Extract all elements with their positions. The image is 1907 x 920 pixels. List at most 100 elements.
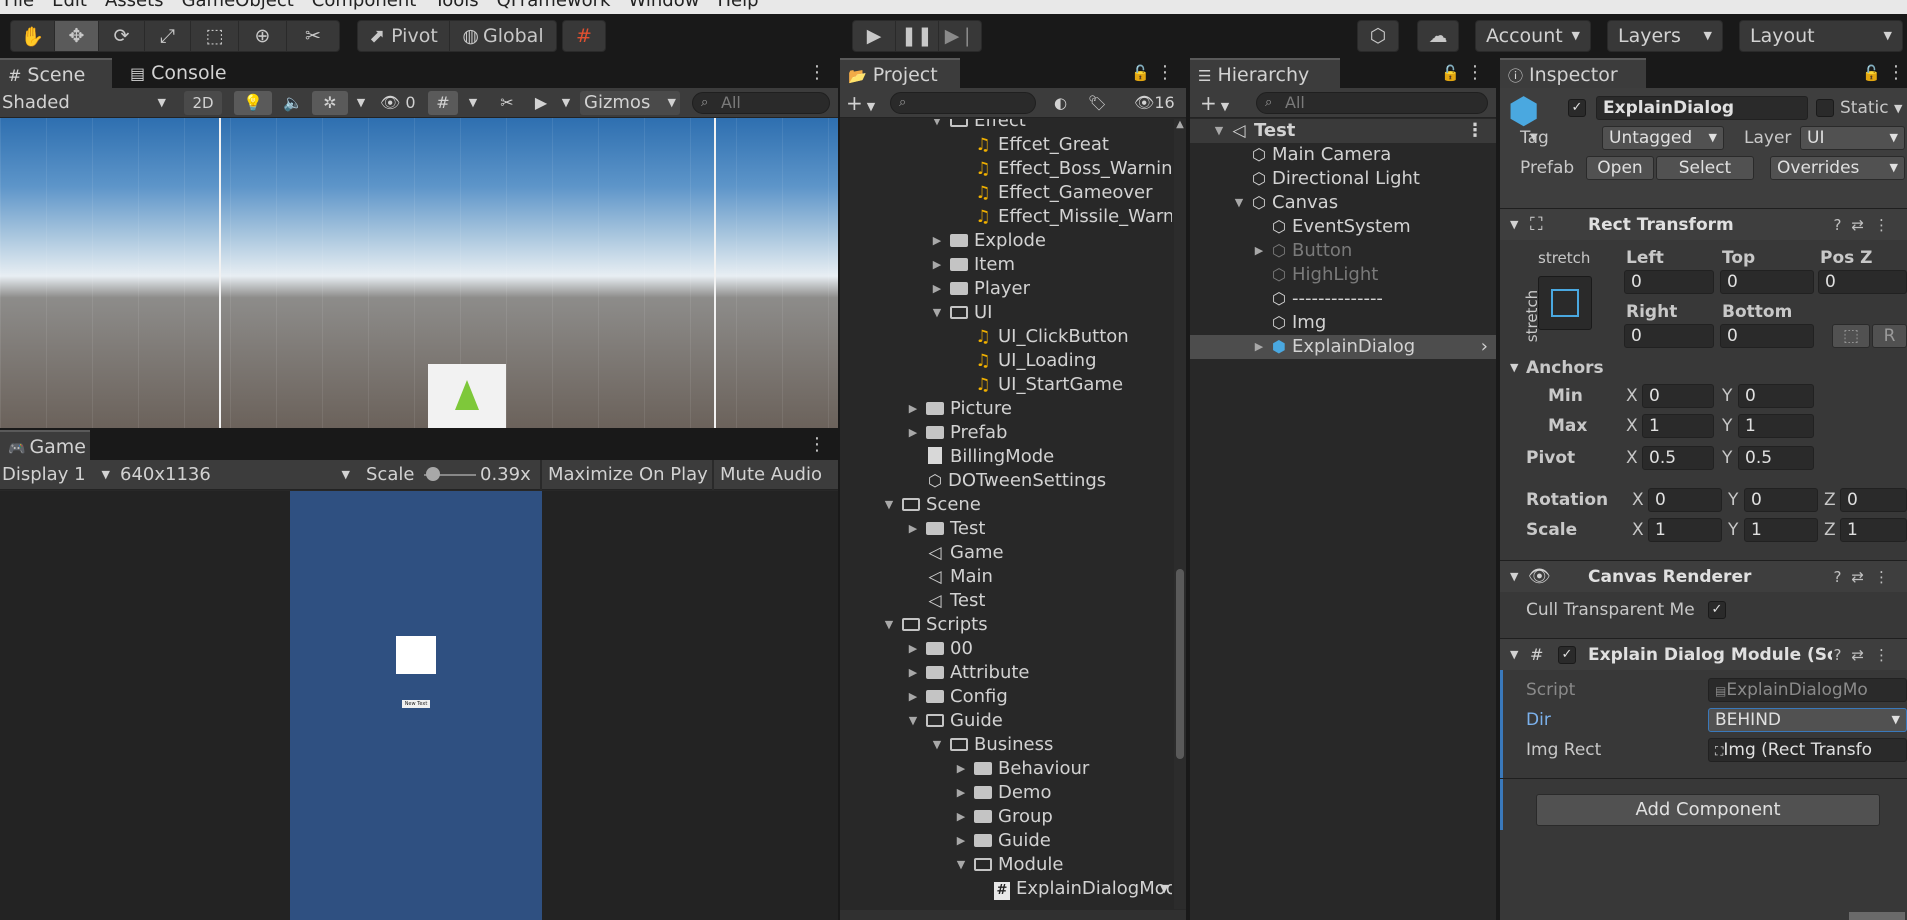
project-item[interactable]: ▶ Config bbox=[840, 685, 1170, 709]
chevron-right-icon[interactable]: ▶ bbox=[930, 277, 944, 301]
hierarchy-item[interactable]: ⬡ EventSystem bbox=[1190, 215, 1496, 239]
resolution-dropdown[interactable]: 640x1136 ▼ bbox=[120, 460, 352, 490]
kebab-menu-icon[interactable]: ⋮ bbox=[1466, 58, 1484, 88]
chevron-down-icon[interactable]: ▼ bbox=[930, 733, 944, 757]
hierarchy-item[interactable]: ⬡ Img bbox=[1190, 311, 1496, 335]
project-item[interactable]: ♫ Effect_Missile_Warning bbox=[840, 205, 1172, 229]
chevron-down-icon[interactable]: ▼ bbox=[1212, 119, 1226, 143]
resize-handle[interactable] bbox=[1849, 912, 1905, 920]
menu-component[interactable]: Component bbox=[312, 0, 417, 11]
prefab-select-button[interactable]: Select bbox=[1656, 156, 1754, 180]
prefab-open-button[interactable]: Open bbox=[1586, 156, 1654, 180]
menu-gameobject[interactable]: GameObject bbox=[182, 0, 294, 11]
project-item[interactable]: ▶ Item bbox=[840, 253, 1170, 277]
pivot-x-field[interactable]: 0.5 bbox=[1642, 446, 1714, 470]
project-item[interactable]: ♫ UI_Loading bbox=[840, 349, 1170, 373]
project-item[interactable]: ▶ Explode bbox=[840, 229, 1170, 253]
global-toggle[interactable]: ◍ Global bbox=[450, 21, 556, 51]
pause-icon[interactable]: ❚❚ bbox=[896, 21, 939, 51]
rect-transform-header[interactable]: ▼ ⛶ Rect Transform ?⇄⋮ bbox=[1500, 208, 1907, 240]
project-item[interactable]: ◁ Test bbox=[840, 589, 1170, 613]
account-dropdown[interactable]: Account ▼ bbox=[1475, 20, 1591, 52]
project-item[interactable]: ♫ Effcet_Great bbox=[840, 133, 1170, 157]
project-item[interactable]: BillingMode bbox=[840, 445, 1170, 469]
hierarchy-item[interactable]: ▶ ⬡ Button bbox=[1190, 239, 1496, 263]
imgrect-field[interactable]: ⛶Img (Rect Transfo bbox=[1708, 738, 1907, 762]
project-item[interactable]: ▼ UI bbox=[840, 301, 1170, 325]
menu-window[interactable]: Window bbox=[628, 0, 699, 11]
chevron-down-icon[interactable]: ▼ bbox=[1510, 639, 1518, 671]
search-by-type-icon[interactable]: ◐ bbox=[1054, 88, 1067, 118]
hand-tool-icon[interactable]: ✋ bbox=[11, 21, 55, 51]
create-button[interactable]: + ▼ bbox=[846, 88, 886, 122]
mute-audio-toggle[interactable]: Mute Audio bbox=[720, 460, 822, 490]
scale-z-field[interactable]: 1 bbox=[1840, 518, 1907, 542]
tag-dropdown[interactable]: Untagged ▼ bbox=[1602, 126, 1724, 150]
chevron-right-icon[interactable]: › bbox=[1481, 335, 1488, 359]
rotation-x-field[interactable]: 0 bbox=[1648, 488, 1722, 512]
kebab-menu-icon[interactable]: ⋮ bbox=[1466, 119, 1484, 143]
chevron-right-icon[interactable]: ▶ bbox=[954, 829, 968, 853]
cull-transparent-checkbox[interactable]: ✓ bbox=[1708, 601, 1726, 619]
active-checkbox[interactable]: ✓ bbox=[1568, 99, 1586, 117]
chevron-down-icon[interactable]: ▼ bbox=[350, 91, 372, 115]
chevron-right-icon[interactable]: ▶ bbox=[930, 229, 944, 253]
hierarchy-item[interactable]: ⬡ -------------- bbox=[1190, 287, 1496, 311]
move-gizmo-icon[interactable] bbox=[455, 380, 479, 410]
tab-scene[interactable]: # Scene bbox=[0, 58, 112, 88]
hierarchy-search-input[interactable]: ⌕ All bbox=[1256, 92, 1488, 114]
static-checkbox[interactable] bbox=[1816, 99, 1834, 117]
project-item[interactable]: ♫ Effect_Gameover bbox=[840, 181, 1170, 205]
hidden-packages-toggle[interactable]: 👁16 bbox=[1134, 88, 1175, 118]
canvas-renderer-header[interactable]: ▼ 👁 Canvas Renderer ?⇄⋮ bbox=[1500, 560, 1907, 592]
tab-project[interactable]: 📂 Project bbox=[840, 58, 960, 88]
tools-icon[interactable]: ✂ bbox=[492, 91, 522, 115]
chevron-down-icon[interactable]: ▼ bbox=[462, 91, 484, 115]
game-viewport[interactable]: New Text bbox=[0, 491, 838, 920]
component-header-icons[interactable]: ?⇄⋮ bbox=[1833, 209, 1899, 241]
component-enabled-checkbox[interactable]: ✓ bbox=[1558, 646, 1576, 664]
scale-x-field[interactable]: 1 bbox=[1648, 518, 1722, 542]
lock-icon[interactable]: 🔓 bbox=[1862, 58, 1881, 88]
project-item[interactable]: ▶ Player bbox=[840, 277, 1170, 301]
scene-viewport[interactable] bbox=[0, 118, 838, 428]
chevron-down-icon[interactable]: ▼ bbox=[1510, 561, 1518, 593]
chevron-down-icon[interactable]: ▼ bbox=[556, 91, 576, 115]
kebab-menu-icon[interactable]: ⋮ bbox=[808, 430, 826, 460]
project-item[interactable]: ▼ Scene bbox=[840, 493, 1170, 517]
posz-field[interactable]: 0 bbox=[1818, 270, 1907, 294]
chevron-right-icon[interactable]: ▶ bbox=[930, 253, 944, 277]
chevron-down-icon[interactable]: ▼ bbox=[930, 301, 944, 325]
chevron-down-icon[interactable]: ▼ bbox=[1894, 102, 1902, 115]
chevron-right-icon[interactable]: ▶ bbox=[906, 685, 920, 709]
effects-icon[interactable]: ✲ bbox=[312, 91, 348, 115]
project-item[interactable]: ♫ UI_ClickButton bbox=[840, 325, 1170, 349]
anchor-presets-button[interactable] bbox=[1538, 276, 1592, 330]
project-item[interactable]: ▶ 00 bbox=[840, 637, 1170, 661]
menu-assets[interactable]: Assets bbox=[105, 0, 164, 11]
dir-dropdown[interactable]: BEHIND ▼ bbox=[1708, 708, 1907, 732]
add-component-button[interactable]: Add Component bbox=[1536, 794, 1880, 826]
cloud-icon[interactable]: ☁ bbox=[1418, 21, 1458, 51]
anchor-min-y-field[interactable]: 0 bbox=[1738, 384, 1814, 408]
project-item[interactable]: ♫ Effect_Boss_Warning bbox=[840, 157, 1172, 181]
chevron-right-icon[interactable]: ▶ bbox=[906, 661, 920, 685]
chevron-down-icon[interactable]: ▼ bbox=[930, 119, 944, 133]
project-item[interactable]: ◁ Main bbox=[840, 565, 1170, 589]
scene-search-input[interactable]: ⌕ All bbox=[692, 92, 830, 114]
project-item[interactable]: ▼ Module bbox=[840, 853, 1170, 877]
transform-tool-icon[interactable]: ⊕ bbox=[239, 21, 287, 51]
pivot-toggle[interactable]: ⬈ Pivot bbox=[358, 21, 450, 51]
layer-dropdown[interactable]: UI ▼ bbox=[1800, 126, 1905, 150]
tab-hierarchy[interactable]: ☰ Hierarchy bbox=[1190, 58, 1340, 88]
anchor-min-x-field[interactable]: 0 bbox=[1642, 384, 1714, 408]
audio-icon[interactable]: 🔈 bbox=[278, 91, 308, 115]
hierarchy-item[interactable]: ▼ ⬡ Canvas bbox=[1190, 191, 1496, 215]
collab-icon[interactable]: ⬡ bbox=[1358, 21, 1398, 51]
prefab-overrides-dropdown[interactable]: Overrides ▼ bbox=[1770, 156, 1905, 180]
chevron-down-icon[interactable]: ▼ bbox=[882, 493, 896, 517]
project-item[interactable]: ▶ Prefab bbox=[840, 421, 1170, 445]
menu-qframework[interactable]: QFramework bbox=[497, 0, 611, 11]
display-dropdown[interactable]: Display 1 ▼ bbox=[2, 460, 112, 490]
play-icon[interactable]: ▶ bbox=[853, 21, 896, 51]
